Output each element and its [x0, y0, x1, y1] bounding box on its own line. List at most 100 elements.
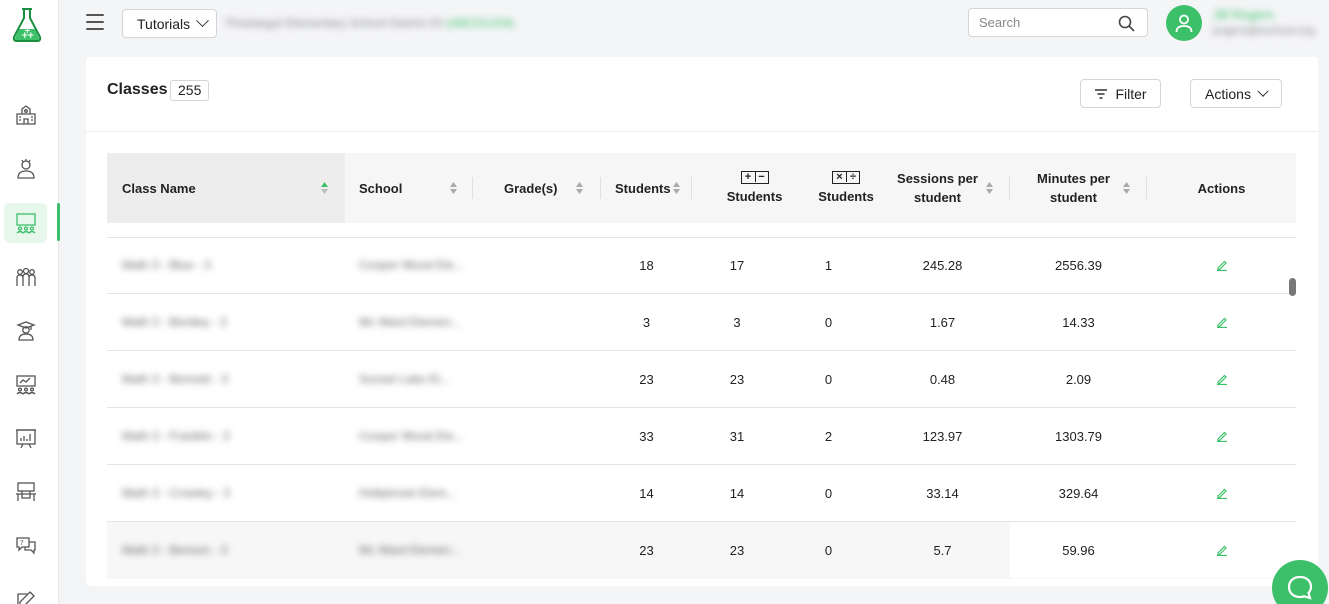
edit-icon[interactable] [1216, 544, 1228, 556]
reports-icon [15, 429, 36, 449]
sidebar-item-school[interactable] [4, 95, 47, 135]
search-box[interactable] [968, 8, 1148, 37]
sidebar-item-teacher[interactable] [4, 149, 47, 189]
muldiv-cell: 0 [824, 542, 833, 558]
graduate-icon [15, 321, 36, 341]
column-addsub-students[interactable]: + − Students [692, 153, 817, 223]
filter-button[interactable]: Filter [1080, 79, 1161, 108]
table-row[interactable]: Math 3 - Benson - 3 Mc Ward Elemen... 23… [107, 522, 1296, 579]
sidebar-item-edit[interactable] [4, 580, 47, 604]
addsub-cell: 23 [729, 371, 745, 387]
addsub-cell: 31 [729, 428, 745, 444]
sort-icon[interactable] [986, 182, 993, 194]
sort-icon[interactable] [321, 182, 328, 194]
column-grades[interactable]: Grade(s) [473, 153, 601, 223]
edit-button[interactable] [1147, 294, 1296, 350]
column-class-name[interactable]: Class Name [107, 153, 345, 223]
actions-label: Actions [1205, 85, 1251, 102]
sidebar-item-reports[interactable] [4, 418, 47, 458]
column-school[interactable]: School [345, 153, 473, 223]
sidebar-item-classes[interactable] [4, 203, 47, 243]
students-cell: 23 [639, 542, 654, 558]
students-cell: 23 [639, 371, 654, 387]
support-icon: ? [15, 537, 36, 555]
muldiv-cell: 0 [824, 314, 833, 330]
column-students[interactable]: Students [601, 153, 692, 223]
sidebar-item-support[interactable]: ? [4, 526, 47, 566]
sort-icon[interactable] [450, 182, 457, 194]
table-row[interactable]: Math 3 - Crowley - 3 Hollybrook Elem... … [107, 465, 1296, 522]
school-cell: Cooper Wood Ele... [359, 258, 464, 272]
pencil-icon [16, 591, 35, 604]
menu-icon[interactable] [86, 14, 104, 30]
muldiv-cell: 0 [824, 485, 833, 501]
table-body: Math 3 - Blue - 3 Cooper Wood Ele... 18 … [107, 237, 1296, 586]
class-name-cell[interactable]: Math 3 - Crowley - 3 [122, 465, 230, 521]
tutorials-dropdown[interactable]: Tutorials [122, 9, 217, 38]
table-row[interactable]: Math 3 - Bennett - 3 Sunset Lake El... 2… [107, 351, 1296, 408]
sessions-cell: 0.48 [929, 371, 956, 387]
edit-button[interactable] [1147, 522, 1296, 578]
students-cell: 14 [639, 485, 654, 501]
edit-icon[interactable] [1216, 430, 1228, 442]
class-name-cell[interactable]: Math 3 - Bentley - 3 [122, 294, 227, 350]
table-row[interactable]: Math 3 - Franklin - 3 Cooper Wood Ele...… [107, 408, 1296, 465]
class-name-cell[interactable]: Math 3 - Franklin - 3 [122, 408, 229, 464]
students-cell: 33 [639, 428, 654, 444]
addsub-cell: 17 [729, 257, 745, 273]
sidebar-item-classroom[interactable] [4, 365, 47, 405]
school-cell: Cooper Wood Ele... [359, 429, 464, 443]
filter-icon [1095, 88, 1108, 99]
sessions-cell: 1.67 [929, 314, 956, 330]
desk-icon [15, 482, 36, 501]
edit-button[interactable] [1147, 351, 1296, 407]
students-cell: 3 [642, 314, 651, 330]
school-icon [15, 105, 36, 125]
edit-icon[interactable] [1216, 316, 1228, 328]
tutorials-label: Tutorials [137, 15, 191, 32]
table-row[interactable]: Math 3 - Bentley - 3 Mc Ward Elemen... 3… [107, 294, 1296, 351]
sort-icon[interactable] [673, 182, 680, 194]
sort-icon[interactable] [576, 182, 583, 194]
multiply-divide-icon: × ÷ [832, 170, 860, 184]
minutes-cell: 14.33 [1062, 314, 1095, 330]
class-name-cell[interactable]: Math 3 - Benson - 3 [122, 522, 227, 578]
edit-icon[interactable] [1216, 373, 1228, 385]
logo-icon[interactable]: + + + [10, 7, 44, 43]
svg-text:?: ? [20, 539, 24, 547]
column-sessions-per-student[interactable]: Sessions per student [875, 153, 1010, 223]
classes-card: Classes 255 Filter Actions Class Name Sc… [86, 57, 1318, 586]
sidebar-item-graduate[interactable] [4, 311, 47, 351]
class-name-cell[interactable]: Math 3 - Bennett - 3 [122, 351, 228, 407]
addsub-cell: 14 [729, 485, 745, 501]
edit-button[interactable] [1147, 465, 1296, 521]
sidebar-item-desk[interactable] [4, 472, 47, 512]
avatar[interactable] [1166, 5, 1202, 41]
class-name-cell[interactable]: Math 3 - Blue - 3 [122, 237, 211, 293]
sidebar-item-students[interactable] [4, 257, 47, 297]
addsub-cell: 3 [733, 314, 741, 330]
scrollbar-thumb[interactable] [1289, 278, 1296, 296]
edit-button[interactable] [1147, 408, 1296, 464]
chat-button[interactable] [1272, 560, 1328, 604]
minutes-cell: 329.64 [1058, 485, 1099, 501]
edit-icon[interactable] [1216, 487, 1228, 499]
edit-button[interactable] [1147, 237, 1296, 293]
students-cell: 18 [639, 257, 654, 273]
teacher-icon [16, 159, 35, 179]
chat-icon [1287, 575, 1313, 600]
edit-icon[interactable] [1216, 259, 1228, 271]
school-name: Pinelaegol Elementary School District 03… [226, 16, 515, 30]
page-title: Classes [107, 81, 168, 98]
search-input[interactable] [979, 15, 1109, 30]
column-minutes-per-student[interactable]: Minutes per student [1010, 153, 1147, 223]
minutes-cell: 1303.79 [1055, 428, 1102, 444]
table-row[interactable]: Math 3 - Blue - 3 Cooper Wood Ele... 18 … [107, 237, 1296, 294]
search-icon[interactable] [1118, 15, 1135, 32]
chevron-down-icon [1257, 85, 1269, 97]
sidebar: + + + ? [0, 0, 59, 604]
actions-dropdown[interactable]: Actions [1190, 79, 1282, 108]
sort-icon[interactable] [1123, 182, 1130, 194]
column-muldiv-students[interactable]: × ÷ Students [817, 153, 875, 223]
muldiv-cell: 2 [824, 428, 833, 444]
